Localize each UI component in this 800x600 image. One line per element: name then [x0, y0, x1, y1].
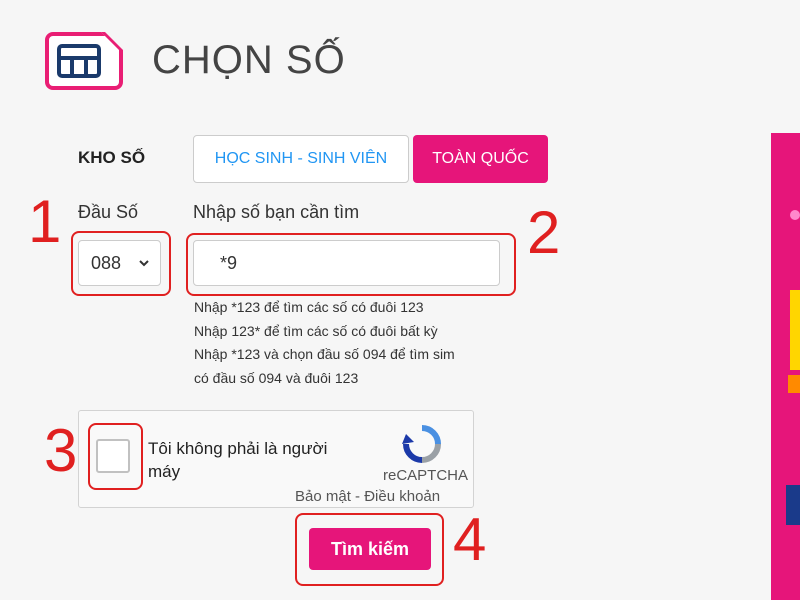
search-label: Nhập số bạn cần tìm [193, 202, 360, 222]
hint-line: Nhập *123 và chọn đầu số 094 để tìm sim [194, 346, 455, 362]
captcha-label: Tôi không phải là người máy [148, 439, 328, 481]
recaptcha-logo-icon [402, 425, 441, 463]
privacy-link[interactable]: Bảo mật [295, 488, 351, 505]
prefix-label: Đầu Số [78, 202, 139, 222]
annotation-number-2: 2 [527, 199, 561, 266]
number-store-label: KHO SỐ [78, 148, 146, 167]
annotation-box-4 [295, 513, 444, 586]
hint-line: có đầu số 094 và đuôi 123 [194, 369, 359, 386]
banner-decoration [786, 485, 800, 525]
recaptcha-links: Bảo mật - Điều khoản [295, 488, 440, 505]
annotation-number-3: 3 [44, 417, 78, 484]
hint-line: Nhập 123* để tìm các số có đuôi bất kỳ [194, 322, 438, 339]
terms-link[interactable]: Điều khoản [364, 488, 440, 505]
annotation-box-2 [186, 233, 516, 296]
link-separator: - [350, 488, 365, 505]
hint-line: Nhập *123 để tìm các số có đuôi 123 [194, 299, 424, 315]
tab-student[interactable]: HỌC SINH - SINH VIÊN [193, 135, 409, 183]
annotation-number-4: 4 [453, 506, 487, 573]
sim-card-icon [45, 32, 141, 90]
banner-decoration [788, 375, 800, 393]
annotation-number-1: 1 [28, 188, 62, 255]
search-hints: Nhập *123 để tìm các số có đuôi 123 Nhập… [194, 296, 455, 390]
tab-national[interactable]: TOÀN QUỐC [413, 135, 548, 183]
banner-decoration [790, 290, 800, 370]
page-title: CHỌN SỐ [152, 38, 346, 82]
annotation-box-1 [71, 231, 171, 296]
banner-decoration [790, 210, 800, 220]
recaptcha-brand: reCAPTCHA [383, 467, 469, 484]
annotation-box-3 [88, 423, 143, 490]
